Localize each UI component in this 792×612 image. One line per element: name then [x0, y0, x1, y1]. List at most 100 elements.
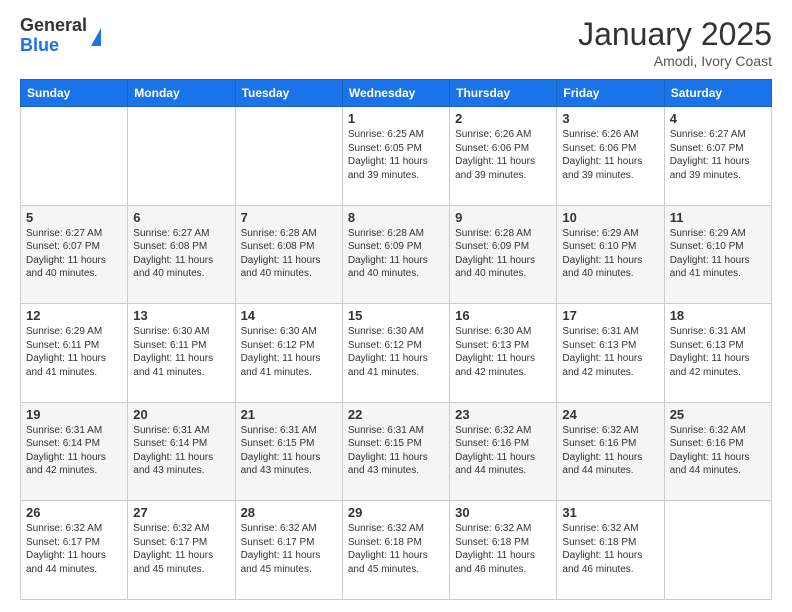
calendar-cell: 5 Sunrise: 6:27 AM Sunset: 6:07 PM Daylig… — [21, 205, 128, 304]
day-number: 28 — [241, 505, 337, 520]
day-info: Sunrise: 6:30 AM Sunset: 6:11 PM Dayligh… — [133, 325, 229, 379]
day-info: Sunrise: 6:31 AM Sunset: 6:13 PM Dayligh… — [670, 325, 766, 379]
calendar-cell: 31 Sunrise: 6:32 AM Sunset: 6:18 PM Dayli… — [557, 501, 664, 600]
day-number: 25 — [670, 407, 766, 422]
day-info: Sunrise: 6:32 AM Sunset: 6:16 PM Dayligh… — [670, 424, 766, 478]
day-info: Sunrise: 6:32 AM Sunset: 6:18 PM Dayligh… — [455, 522, 551, 576]
col-header-sunday: Sunday — [21, 80, 128, 107]
day-number: 21 — [241, 407, 337, 422]
day-number: 14 — [241, 308, 337, 323]
calendar-cell: 4Sunrise: 6:27 AM Sunset: 6:07 PM Daylig… — [664, 107, 771, 206]
calendar-cell: 12 Sunrise: 6:29 AM Sunset: 6:11 PM Dayli… — [21, 304, 128, 403]
calendar-cell: 20Sunrise: 6:31 AM Sunset: 6:14 PM Dayli… — [128, 402, 235, 501]
day-number: 29 — [348, 505, 444, 520]
calendar-cell: 10 Sunrise: 6:29 AM Sunset: 6:10 PM Dayli… — [557, 205, 664, 304]
day-info: Sunrise: 6:30 AM Sunset: 6:13 PM Dayligh… — [455, 325, 551, 379]
day-number: 3 — [562, 111, 658, 126]
day-info: Sunrise: 6:32 AM Sunset: 6:17 PM Dayligh… — [26, 522, 122, 576]
calendar-cell: 7 Sunrise: 6:28 AM Sunset: 6:08 PM Daylig… — [235, 205, 342, 304]
day-info: Sunrise: 6:29 AM Sunset: 6:11 PM Dayligh… — [26, 325, 122, 379]
day-number: 18 — [670, 308, 766, 323]
day-number: 12 — [26, 308, 122, 323]
calendar-cell: 13 Sunrise: 6:30 AM Sunset: 6:11 PM Dayli… — [128, 304, 235, 403]
day-info: Sunrise: 6:30 AM Sunset: 6:12 PM Dayligh… — [348, 325, 444, 379]
day-info: Sunrise: 6:32 AM Sunset: 6:16 PM Dayligh… — [455, 424, 551, 478]
day-number: 6 — [133, 210, 229, 225]
calendar-cell — [128, 107, 235, 206]
calendar-cell: 27 Sunrise: 6:32 AM Sunset: 6:17 PM Dayli… — [128, 501, 235, 600]
day-number: 27 — [133, 505, 229, 520]
col-header-friday: Friday — [557, 80, 664, 107]
calendar-cell: 11 Sunrise: 6:29 AM Sunset: 6:10 PM Dayli… — [664, 205, 771, 304]
logo: General Blue — [20, 16, 101, 56]
day-info: Sunrise: 6:26 AM Sunset: 6:06 PM Dayligh… — [562, 128, 658, 182]
day-number: 31 — [562, 505, 658, 520]
day-info: Sunrise: 6:28 AM Sunset: 6:08 PM Dayligh… — [241, 227, 337, 281]
day-info: Sunrise: 6:32 AM Sunset: 6:17 PM Dayligh… — [133, 522, 229, 576]
calendar-cell: 9Sunrise: 6:28 AM Sunset: 6:09 PM Daylig… — [450, 205, 557, 304]
day-number: 10 — [562, 210, 658, 225]
calendar-cell: 24 Sunrise: 6:32 AM Sunset: 6:16 PM Dayli… — [557, 402, 664, 501]
calendar-cell: 8Sunrise: 6:28 AM Sunset: 6:09 PM Daylig… — [342, 205, 449, 304]
col-header-thursday: Thursday — [450, 80, 557, 107]
col-header-wednesday: Wednesday — [342, 80, 449, 107]
logo-general: General — [20, 16, 87, 36]
calendar-cell: 19 Sunrise: 6:31 AM Sunset: 6:14 PM Dayli… — [21, 402, 128, 501]
day-number: 1 — [348, 111, 444, 126]
day-info: Sunrise: 6:32 AM Sunset: 6:18 PM Dayligh… — [348, 522, 444, 576]
col-header-saturday: Saturday — [664, 80, 771, 107]
calendar-cell: 1 Sunrise: 6:25 AM Sunset: 6:05 PM Daylig… — [342, 107, 449, 206]
calendar-cell: 18 Sunrise: 6:31 AM Sunset: 6:13 PM Dayli… — [664, 304, 771, 403]
day-info: Sunrise: 6:25 AM Sunset: 6:05 PM Dayligh… — [348, 128, 444, 182]
day-number: 16 — [455, 308, 551, 323]
logo-blue: Blue — [20, 36, 87, 56]
logo-text: General Blue — [20, 16, 87, 56]
day-number: 8 — [348, 210, 444, 225]
day-info: Sunrise: 6:27 AM Sunset: 6:07 PM Dayligh… — [26, 227, 122, 281]
day-info: Sunrise: 6:31 AM Sunset: 6:15 PM Dayligh… — [348, 424, 444, 478]
day-number: 23 — [455, 407, 551, 422]
day-number: 24 — [562, 407, 658, 422]
day-number: 2 — [455, 111, 551, 126]
calendar-table: SundayMondayTuesdayWednesdayThursdayFrid… — [20, 79, 772, 600]
day-info: Sunrise: 6:26 AM Sunset: 6:06 PM Dayligh… — [455, 128, 551, 182]
day-info: Sunrise: 6:32 AM Sunset: 6:17 PM Dayligh… — [241, 522, 337, 576]
calendar-cell: 23 Sunrise: 6:32 AM Sunset: 6:16 PM Dayli… — [450, 402, 557, 501]
calendar-cell: 16 Sunrise: 6:30 AM Sunset: 6:13 PM Dayli… — [450, 304, 557, 403]
day-info: Sunrise: 6:27 AM Sunset: 6:07 PM Dayligh… — [670, 128, 766, 182]
day-number: 26 — [26, 505, 122, 520]
calendar-cell: 28 Sunrise: 6:32 AM Sunset: 6:17 PM Dayli… — [235, 501, 342, 600]
day-info: Sunrise: 6:31 AM Sunset: 6:13 PM Dayligh… — [562, 325, 658, 379]
calendar-cell — [235, 107, 342, 206]
calendar-cell: 2 Sunrise: 6:26 AM Sunset: 6:06 PM Daylig… — [450, 107, 557, 206]
day-number: 17 — [562, 308, 658, 323]
day-number: 11 — [670, 210, 766, 225]
header: General Blue January 2025 Amodi, Ivory C… — [20, 16, 772, 69]
calendar-cell: 15 Sunrise: 6:30 AM Sunset: 6:12 PM Dayli… — [342, 304, 449, 403]
page: General Blue January 2025 Amodi, Ivory C… — [0, 0, 792, 612]
calendar-cell: 3 Sunrise: 6:26 AM Sunset: 6:06 PM Daylig… — [557, 107, 664, 206]
day-info: Sunrise: 6:28 AM Sunset: 6:09 PM Dayligh… — [455, 227, 551, 281]
day-info: Sunrise: 6:30 AM Sunset: 6:12 PM Dayligh… — [241, 325, 337, 379]
calendar-cell — [21, 107, 128, 206]
col-header-monday: Monday — [128, 80, 235, 107]
calendar-cell: 30 Sunrise: 6:32 AM Sunset: 6:18 PM Dayli… — [450, 501, 557, 600]
day-info: Sunrise: 6:32 AM Sunset: 6:18 PM Dayligh… — [562, 522, 658, 576]
col-header-tuesday: Tuesday — [235, 80, 342, 107]
calendar-cell: 22 Sunrise: 6:31 AM Sunset: 6:15 PM Dayli… — [342, 402, 449, 501]
day-number: 22 — [348, 407, 444, 422]
day-number: 5 — [26, 210, 122, 225]
day-number: 7 — [241, 210, 337, 225]
day-info: Sunrise: 6:31 AM Sunset: 6:14 PM Dayligh… — [26, 424, 122, 478]
title-block: January 2025 Amodi, Ivory Coast — [578, 16, 772, 69]
logo-triangle-icon — [91, 28, 101, 46]
day-info: Sunrise: 6:29 AM Sunset: 6:10 PM Dayligh… — [562, 227, 658, 281]
day-info: Sunrise: 6:32 AM Sunset: 6:16 PM Dayligh… — [562, 424, 658, 478]
day-number: 19 — [26, 407, 122, 422]
day-info: Sunrise: 6:29 AM Sunset: 6:10 PM Dayligh… — [670, 227, 766, 281]
day-number: 13 — [133, 308, 229, 323]
day-number: 30 — [455, 505, 551, 520]
main-title: January 2025 — [578, 16, 772, 53]
day-number: 20 — [133, 407, 229, 422]
day-number: 15 — [348, 308, 444, 323]
